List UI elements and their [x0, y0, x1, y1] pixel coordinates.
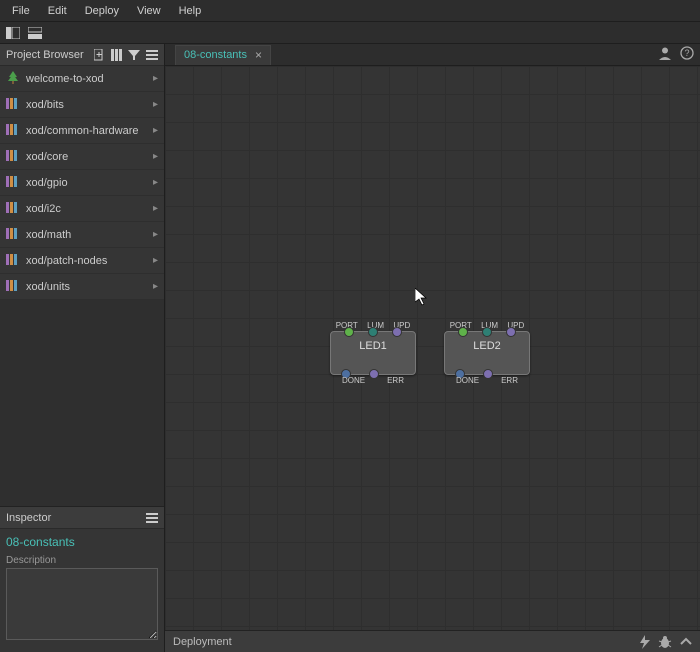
tree-item-label: xod/patch-nodes: [26, 255, 107, 267]
port-label: DONE: [342, 376, 365, 385]
input-port[interactable]: [392, 327, 402, 337]
tree-item-label: xod/units: [26, 281, 70, 293]
sidebar: Project Browser welcome-to-xod ▸ xod/bits ▸…: [0, 44, 165, 652]
tree-item-label: xod/bits: [26, 99, 64, 111]
tree-item-xod-gpio[interactable]: xod/gpio ▸: [0, 170, 164, 196]
tree-item-welcome-to-xod[interactable]: welcome-to-xod ▸: [0, 66, 164, 92]
menu-edit[interactable]: Edit: [40, 3, 75, 19]
chevron-right-icon: ▸: [153, 151, 158, 162]
library-icon: [6, 122, 26, 139]
chevron-right-icon: ▸: [153, 125, 158, 136]
tree-item-xod-i2c[interactable]: xod/i2c ▸: [0, 196, 164, 222]
tab-bar: 08-constants × ?: [165, 44, 700, 66]
tree-item-xod-core[interactable]: xod/core ▸: [0, 144, 164, 170]
editor-area: 08-constants × ? PORTLUMUPDLED1DONEERRPO…: [165, 44, 700, 652]
tree-item-label: xod/i2c: [26, 203, 61, 215]
menu-file[interactable]: File: [4, 3, 38, 19]
patch-canvas[interactable]: PORTLUMUPDLED1DONEERR PORTLUMUPDLED2DONEE…: [165, 66, 700, 630]
flash-icon[interactable]: [640, 635, 650, 649]
tab-close-icon[interactable]: ×: [255, 49, 262, 61]
chevron-right-icon: ▸: [153, 73, 158, 84]
project-browser-title: Project Browser: [6, 49, 84, 61]
tree-item-label: xod/common-hardware: [26, 125, 139, 137]
user-icon[interactable]: [658, 46, 672, 63]
tree-item-label: xod/gpio: [26, 177, 68, 189]
chevron-right-icon: ▸: [153, 99, 158, 110]
tab-label: 08-constants: [184, 49, 247, 61]
tree-item-label: welcome-to-xod: [26, 73, 104, 85]
library-icon: [6, 174, 26, 191]
library-icon: [6, 252, 26, 269]
top-toolbar: [0, 22, 700, 44]
tree-item-xod-units[interactable]: xod/units ▸: [0, 274, 164, 300]
node-LED1[interactable]: PORTLUMUPDLED1DONEERR: [330, 331, 416, 375]
inspector-header: Inspector: [0, 507, 164, 529]
chevron-right-icon: ▸: [153, 281, 158, 292]
input-port[interactable]: [344, 327, 354, 337]
chevron-right-icon: ▸: [153, 229, 158, 240]
input-port[interactable]: [458, 327, 468, 337]
toggle-sidebar-left-icon[interactable]: [6, 27, 20, 39]
inspector-patch-name: 08-constants: [0, 529, 164, 555]
port-label: ERR: [501, 376, 518, 385]
help-icon[interactable]: ?: [680, 46, 694, 63]
port-label: ERR: [387, 376, 404, 385]
chevron-right-icon: ▸: [153, 177, 158, 188]
node-LED2[interactable]: PORTLUMUPDLED2DONEERR: [444, 331, 530, 375]
filter-icon[interactable]: [128, 49, 140, 61]
project-tree: welcome-to-xod▸xod/bits▸xod/common-hardw…: [0, 66, 164, 300]
tree-item-xod-patch-nodes[interactable]: xod/patch-nodes ▸: [0, 248, 164, 274]
port-label: DONE: [456, 376, 479, 385]
menu-view[interactable]: View: [129, 3, 169, 19]
inspector-description-label: Description: [0, 555, 164, 568]
library-icon: [6, 200, 26, 217]
menu-help[interactable]: Help: [171, 3, 210, 19]
input-port[interactable]: [506, 327, 516, 337]
svg-text:?: ?: [684, 48, 689, 58]
tree-item-xod-common-hardware[interactable]: xod/common-hardware ▸: [0, 118, 164, 144]
menu-icon[interactable]: [146, 49, 158, 61]
tree-item-xod-bits[interactable]: xod/bits ▸: [0, 92, 164, 118]
tree-item-label: xod/math: [26, 229, 71, 241]
bug-icon[interactable]: [658, 635, 672, 649]
tab-08-constants[interactable]: 08-constants ×: [175, 45, 271, 65]
inspector-title: Inspector: [6, 512, 51, 524]
toggle-panels-icon[interactable]: [28, 27, 42, 39]
tree-item-xod-math[interactable]: xod/math ▸: [0, 222, 164, 248]
project-browser-header: Project Browser: [0, 44, 164, 66]
mouse-cursor-icon: [415, 288, 429, 306]
list-view-icon[interactable]: [111, 49, 122, 61]
canvas-grid: [165, 66, 700, 630]
chevron-right-icon: ▸: [153, 255, 158, 266]
library-icon: [6, 96, 26, 113]
inspector-menu-icon[interactable]: [146, 512, 158, 524]
new-patch-icon[interactable]: [94, 49, 105, 61]
library-icon: [6, 226, 26, 243]
library-icon: [6, 148, 26, 165]
input-port[interactable]: [482, 327, 492, 337]
deployment-title: Deployment: [173, 636, 232, 648]
inspector-panel: Inspector 08-constants Description: [0, 506, 164, 652]
tree-item-label: xod/core: [26, 151, 68, 163]
inspector-description-field[interactable]: [6, 568, 158, 640]
deployment-bar[interactable]: Deployment: [165, 630, 700, 652]
chevron-right-icon: ▸: [153, 203, 158, 214]
collapse-up-icon[interactable]: [680, 636, 692, 648]
project-icon: [6, 70, 26, 87]
input-port[interactable]: [368, 327, 378, 337]
menubar: File Edit Deploy View Help: [0, 0, 700, 22]
menu-deploy[interactable]: Deploy: [77, 3, 127, 19]
library-icon: [6, 278, 26, 295]
